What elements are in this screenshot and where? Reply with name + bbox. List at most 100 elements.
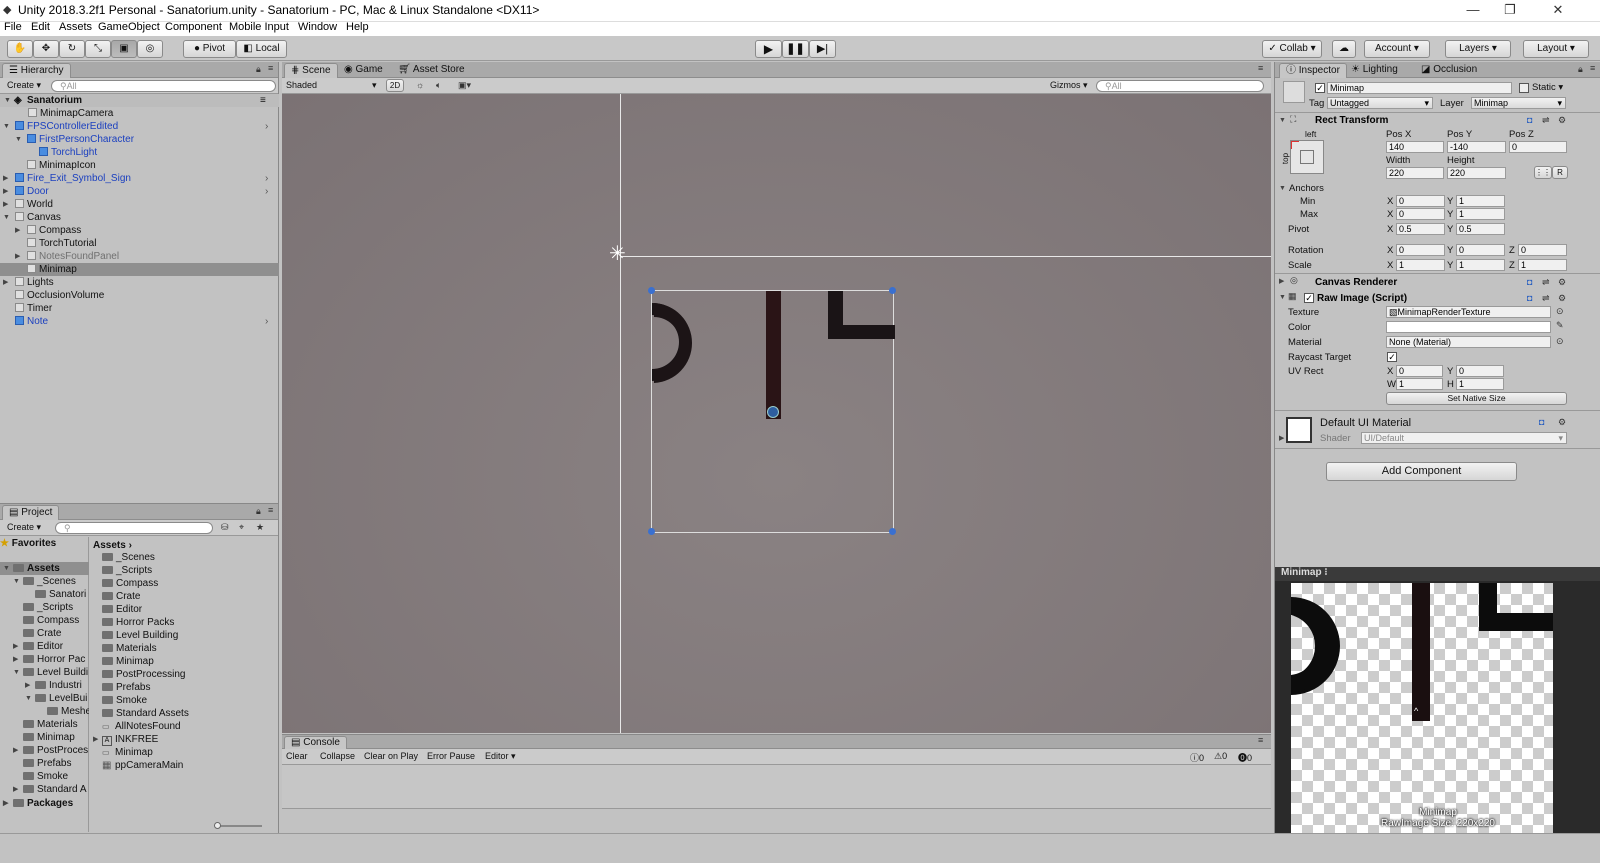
hierarchy-item[interactable]: Minimap <box>0 263 279 276</box>
lighting-toggle-icon[interactable]: ☼ <box>416 80 424 90</box>
favorite-star-icon[interactable]: ★ <box>256 522 264 533</box>
project-asset-item[interactable]: Materials <box>102 642 157 655</box>
inspector-sc-z-field[interactable]: 1 <box>1518 259 1567 271</box>
inspector-min-y-field[interactable]: 1 <box>1456 195 1505 207</box>
hierarchy-item[interactable]: ▶ Compass <box>0 224 279 237</box>
add-component-button[interactable]: Add Component <box>1326 462 1517 481</box>
expand-triangle-icon[interactable]: ▶ <box>15 250 20 263</box>
hand-tool-icon[interactable]: ✋ <box>7 40 33 58</box>
inspector-sc-y-field[interactable]: 1 <box>1456 259 1505 271</box>
static-dropdown[interactable]: Static ▾ <box>1532 82 1563 93</box>
anchor-presets-button[interactable] <box>1290 140 1324 174</box>
hierarchy-item[interactable]: Timer <box>0 302 279 315</box>
warning-count-toggle[interactable]: ⚠0 <box>1214 751 1227 762</box>
project-tree-item[interactable]: _Scripts <box>0 601 89 614</box>
tab-inspector[interactable]: ⓘ Inspector <box>1279 63 1347 78</box>
project-tree-item[interactable]: ▶ Industri <box>0 679 89 692</box>
menu-file[interactable]: File <box>4 21 22 33</box>
presets-icon[interactable]: ⇌ <box>1542 115 1550 126</box>
material-field[interactable]: None (Material) <box>1386 336 1551 348</box>
tab-project[interactable]: ▤ Project <box>2 505 60 520</box>
expand-triangle-icon[interactable]: ▶ <box>15 224 20 237</box>
anchors-foldout-icon[interactable]: ▼ <box>1279 182 1286 195</box>
move-tool-icon[interactable]: ✥ <box>33 40 59 58</box>
raw-image-enabled-checkbox[interactable]: ✓ <box>1304 293 1314 303</box>
inspector-rot-x-field[interactable]: 0 <box>1396 244 1445 256</box>
inspector-rot-z-field[interactable]: 0 <box>1518 244 1567 256</box>
inspector-max-x-field[interactable]: 0 <box>1396 208 1445 220</box>
expand-triangle-icon[interactable]: ▼ <box>13 666 20 679</box>
project-asset-item[interactable]: Crate <box>102 590 140 603</box>
expand-triangle-icon[interactable]: ▼ <box>13 575 20 588</box>
hierarchy-item[interactable]: ▶ NotesFoundPanel <box>0 250 279 263</box>
menu-window[interactable]: Window <box>298 21 337 33</box>
console-editor-dropdown[interactable]: Editor ▾ <box>485 751 516 762</box>
project-tree-item[interactable]: Compass <box>0 614 89 627</box>
static-checkbox[interactable] <box>1519 83 1529 93</box>
tab-occlusion[interactable]: ◪ Occlusion <box>1415 63 1483 78</box>
filter-type-icon[interactable]: ⛁ <box>221 522 229 533</box>
zoom-slider-thumb[interactable] <box>214 822 221 829</box>
tab-game[interactable]: ◉ Game <box>338 63 389 78</box>
project-asset-item[interactable]: Editor <box>102 603 142 616</box>
shader-foldout-icon[interactable]: ▶ <box>1279 432 1284 445</box>
rect-transform-foldout-icon[interactable]: ▼ <box>1279 114 1286 127</box>
gizmos-dropdown[interactable]: Gizmos ▾ <box>1050 80 1088 91</box>
expand-triangle-icon[interactable]: ▼ <box>3 211 10 224</box>
expand-triangle-icon[interactable]: ▶ <box>3 185 8 198</box>
console-menu-icon[interactable]: ≡ <box>1258 735 1263 745</box>
chevron-right-icon[interactable]: › <box>265 120 268 133</box>
hierarchy-search-input[interactable]: ⚲All <box>51 80 276 92</box>
project-tree-item[interactable]: Crate <box>0 627 89 640</box>
inspector-rot-y-field[interactable]: 0 <box>1456 244 1505 256</box>
project-tree-item[interactable]: Prefabs <box>0 757 89 770</box>
expand-triangle-icon[interactable]: ▶ <box>3 172 8 185</box>
layer-dropdown[interactable]: Minimap ▾ <box>1471 97 1566 109</box>
active-checkbox[interactable]: ✓ <box>1315 83 1325 93</box>
hierarchy-item[interactable]: ▶ World <box>0 198 279 211</box>
hierarchy-item[interactable]: ▼ FirstPersonCharacter <box>0 133 279 146</box>
project-asset-item[interactable]: Prefabs <box>102 681 150 694</box>
tab-scene[interactable]: ⋕ Scene <box>284 63 338 78</box>
help-icon[interactable]: ◘ <box>1527 293 1532 303</box>
audio-toggle-icon[interactable]: 🔈︎ <box>436 80 441 91</box>
pivot-toggle[interactable]: ● Pivot <box>183 40 236 58</box>
hierarchy-item[interactable]: MinimapCamera <box>0 107 279 120</box>
log-count-toggle[interactable]: ⓘ0 <box>1190 751 1204 764</box>
presets-icon[interactable]: ⇌ <box>1542 277 1550 288</box>
console-clear-on-play-button[interactable]: Clear on Play <box>364 751 418 761</box>
project-tree-item[interactable]: ▶ Standard A <box>0 783 89 796</box>
chevron-right-icon[interactable]: › <box>265 172 268 185</box>
object-picker-icon[interactable]: ⊙ <box>1556 306 1564 317</box>
expand-triangle-icon[interactable]: ▶ <box>13 653 18 666</box>
expand-triangle-icon[interactable]: ▼ <box>3 120 10 133</box>
tag-dropdown[interactable]: Untagged ▾ <box>1327 97 1433 109</box>
favorites-row[interactable]: ★ Favorites <box>0 537 89 550</box>
minimap-rect[interactable] <box>648 287 896 535</box>
project-tree-item[interactable]: ▶ Horror Pac <box>0 653 89 666</box>
menu-mobile-input[interactable]: Mobile Input <box>229 21 289 33</box>
blueprint-mode-button[interactable]: ⋮⋮ <box>1534 166 1552 179</box>
inspector-max-y-field[interactable]: 1 <box>1456 208 1505 220</box>
menu-gameobject[interactable]: GameObject <box>98 21 160 33</box>
project-tree-item[interactable]: Materials <box>0 718 89 731</box>
expand-triangle-icon[interactable]: ▶ <box>3 198 8 211</box>
zoom-slider[interactable] <box>216 825 262 827</box>
scene-root-row[interactable]: ▼ ◈ Sanatorium ≡ <box>0 94 279 107</box>
uv-x-field[interactable]: 0 <box>1396 365 1443 377</box>
gear-icon[interactable]: ⚙ <box>1558 115 1566 126</box>
presets-icon[interactable]: ⇌ <box>1542 293 1550 304</box>
inspector-menu-icon[interactable]: ≡ <box>1590 63 1595 73</box>
color-field[interactable] <box>1386 321 1551 333</box>
gear-icon[interactable]: ⚙ <box>1558 417 1566 428</box>
inspector-piv-y-field[interactable]: 0.5 <box>1456 223 1505 235</box>
hierarchy-item[interactable]: OcclusionVolume <box>0 289 279 302</box>
texture-field[interactable]: ▧MinimapRenderTexture <box>1386 306 1551 318</box>
inspector-piv-x-field[interactable]: 0.5 <box>1396 223 1445 235</box>
panel-menu-icon[interactable]: ≡ <box>268 63 273 73</box>
hierarchy-item[interactable]: ▶ Lights <box>0 276 279 289</box>
tab-asset-store[interactable]: 🛒︎ Asset Store <box>392 63 471 78</box>
scene-search-input[interactable]: ⚲All <box>1096 80 1264 92</box>
expand-triangle-icon[interactable]: ▶ <box>93 733 98 746</box>
console-clear-button[interactable]: Clear <box>286 751 308 761</box>
